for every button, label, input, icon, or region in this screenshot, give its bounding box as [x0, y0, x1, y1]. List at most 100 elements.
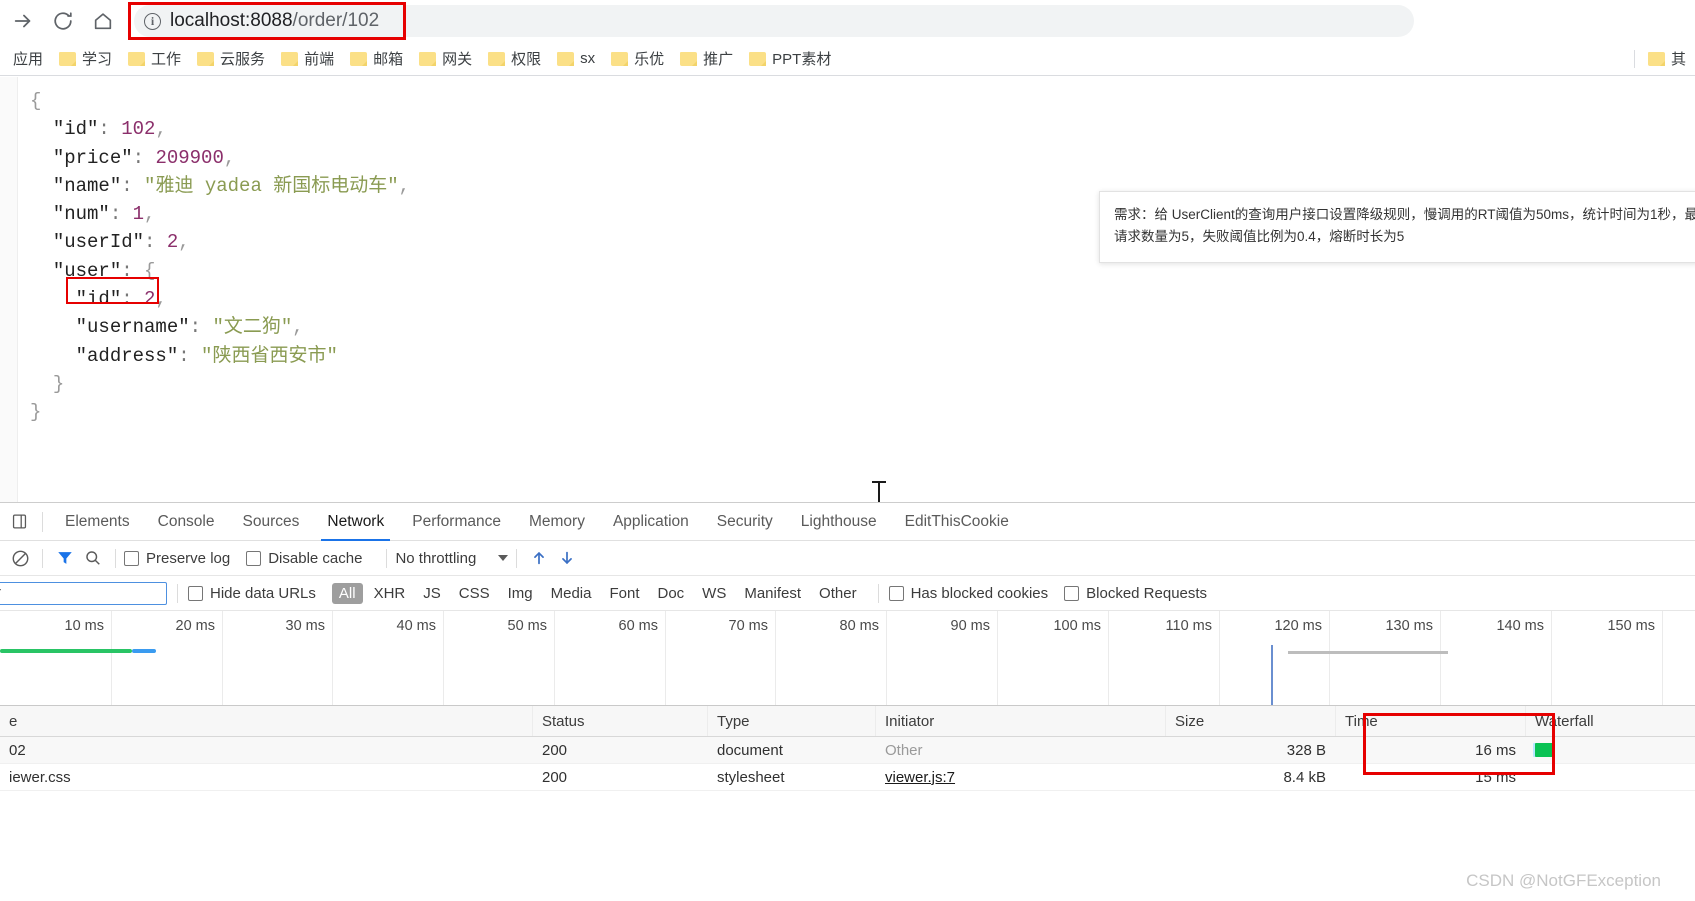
- reload-icon[interactable]: [46, 4, 80, 38]
- type-filter-other[interactable]: Other: [812, 583, 864, 604]
- download-arrow-icon[interactable]: [553, 544, 581, 572]
- json-line: {: [30, 87, 410, 115]
- bookmark-item[interactable]: 网关: [412, 46, 479, 72]
- initiator-link[interactable]: viewer.js:7: [885, 769, 955, 786]
- address-bar-url: localhost:8088/order/102: [170, 10, 379, 32]
- tab-application[interactable]: Application: [599, 503, 703, 541]
- disable-cache-checkbox[interactable]: Disable cache: [246, 550, 362, 567]
- type-filter-all[interactable]: All: [332, 583, 363, 604]
- tab-performance[interactable]: Performance: [398, 503, 515, 541]
- throttling-select[interactable]: No throttling: [395, 550, 508, 567]
- bookmark-item[interactable]: sx: [550, 46, 602, 72]
- disable-cache-label: Disable cache: [268, 550, 362, 567]
- tab-memory[interactable]: Memory: [515, 503, 599, 541]
- timeline-tick-label: 30 ms: [286, 618, 333, 634]
- type-filter-label: All: [339, 585, 356, 602]
- type-filter-manifest[interactable]: Manifest: [737, 583, 808, 604]
- tab-security[interactable]: Security: [703, 503, 787, 541]
- timeline-tick-label: 90 ms: [951, 618, 998, 634]
- column-header-initiator[interactable]: Initiator: [876, 706, 1166, 736]
- json-line: "id": 2,: [30, 285, 410, 313]
- bookmarks-overflow[interactable]: 其: [1628, 46, 1695, 72]
- type-filter-img[interactable]: Img: [501, 583, 540, 604]
- column-header-status[interactable]: Status: [533, 706, 708, 736]
- upload-arrow-icon[interactable]: [525, 544, 553, 572]
- json-token-str: "雅迪 yadea 新国标电动车": [144, 175, 399, 197]
- bookmark-item[interactable]: 云服务: [190, 46, 272, 72]
- timeline-tick: [886, 611, 887, 705]
- tab-editthiscookie[interactable]: EditThisCookie: [891, 503, 1023, 541]
- cell-time: 15 ms: [1336, 764, 1526, 790]
- json-token-key: "id": [53, 118, 99, 140]
- url-host: localhost:8088: [170, 10, 293, 31]
- forward-icon[interactable]: [6, 4, 40, 38]
- timeline-tick: [1551, 611, 1552, 705]
- tab-network[interactable]: Network: [313, 503, 398, 541]
- bookmark-apps[interactable]: 应用: [6, 46, 50, 72]
- url-path: /order/102: [293, 10, 380, 31]
- folder-icon: [419, 52, 436, 66]
- table-row[interactable]: iewer.css 200 stylesheet viewer.js:7 8.4…: [0, 764, 1695, 791]
- bookmark-item-overflow[interactable]: 其: [1641, 46, 1693, 72]
- network-filter-input[interactable]: [0, 582, 167, 605]
- clear-no-entry-icon[interactable]: [6, 544, 34, 572]
- json-line: "user": {: [30, 257, 410, 285]
- hide-data-urls-label: Hide data URLs: [210, 585, 316, 602]
- type-filter-font[interactable]: Font: [602, 583, 646, 604]
- json-line: }: [30, 398, 410, 426]
- column-header-name[interactable]: e: [0, 706, 533, 736]
- type-filter-doc[interactable]: Doc: [650, 583, 691, 604]
- has-blocked-cookies-checkbox[interactable]: Has blocked cookies: [889, 585, 1049, 602]
- json-token-num: 2: [144, 288, 155, 310]
- search-magnifier-icon[interactable]: [79, 544, 107, 572]
- address-bar[interactable]: i localhost:8088/order/102: [134, 5, 1414, 37]
- checkbox-box: [1064, 586, 1079, 601]
- tab-sources[interactable]: Sources: [229, 503, 314, 541]
- bookmark-label: 云服务: [220, 48, 265, 69]
- type-filter-xhr[interactable]: XHR: [367, 583, 413, 604]
- bookmark-item[interactable]: 权限: [481, 46, 548, 72]
- bookmark-item[interactable]: 邮箱: [343, 46, 410, 72]
- type-filter-media[interactable]: Media: [544, 583, 599, 604]
- annotation-note-line1: 需求：给 UserClient的查询用户接口设置降级规则，慢调用的RT阈值为50…: [1114, 204, 1684, 226]
- folder-icon: [680, 52, 697, 66]
- type-filter-css[interactable]: CSS: [452, 583, 497, 604]
- browser-window: i localhost:8088/order/102 应用 学习 工作 云服务 …: [0, 0, 1695, 901]
- blocked-requests-checkbox[interactable]: Blocked Requests: [1064, 585, 1207, 602]
- column-header-time[interactable]: Time: [1336, 706, 1526, 736]
- bookmark-item[interactable]: 乐优: [604, 46, 671, 72]
- preserve-log-checkbox[interactable]: Preserve log: [124, 550, 230, 567]
- json-token-key: "username": [76, 316, 190, 338]
- folder-icon: [611, 52, 628, 66]
- home-icon[interactable]: [86, 4, 120, 38]
- table-row[interactable]: 02 200 document Other 328 B 16 ms: [0, 737, 1695, 764]
- column-header-type[interactable]: Type: [708, 706, 876, 736]
- column-header-size[interactable]: Size: [1166, 706, 1336, 736]
- bookmark-item[interactable]: PPT素材: [742, 46, 838, 72]
- info-circle-icon[interactable]: i: [144, 13, 161, 30]
- tab-lighthouse[interactable]: Lighthouse: [787, 503, 891, 541]
- type-filter-ws[interactable]: WS: [695, 583, 733, 604]
- bookmark-item[interactable]: 工作: [121, 46, 188, 72]
- type-filter-js[interactable]: JS: [416, 583, 448, 604]
- json-token-comma: ,: [292, 316, 303, 338]
- bookmark-item[interactable]: 学习: [52, 46, 119, 72]
- folder-icon: [488, 52, 505, 66]
- tab-elements[interactable]: Elements: [51, 503, 144, 541]
- network-overview-timeline[interactable]: 10 ms20 ms30 ms40 ms50 ms60 ms70 ms80 ms…: [0, 611, 1695, 706]
- dock-panel-icon[interactable]: [4, 507, 34, 537]
- filter-funnel-icon[interactable]: [51, 544, 79, 572]
- json-viewer-gutter: [0, 77, 18, 502]
- json-token-comma: ,: [224, 147, 235, 169]
- bookmark-item[interactable]: 推广: [673, 46, 740, 72]
- json-token-colon: :: [144, 231, 167, 253]
- cell-waterfall: [1526, 764, 1695, 790]
- column-header-waterfall[interactable]: Waterfall: [1526, 706, 1695, 736]
- folder-icon: [1648, 52, 1665, 66]
- json-token-brace: {: [144, 260, 155, 282]
- timeline-tick: [111, 611, 112, 705]
- bookmark-item[interactable]: 前端: [274, 46, 341, 72]
- tab-console[interactable]: Console: [144, 503, 229, 541]
- hide-data-urls-checkbox[interactable]: Hide data URLs: [188, 585, 316, 602]
- json-line: "userId": 2,: [30, 228, 410, 256]
